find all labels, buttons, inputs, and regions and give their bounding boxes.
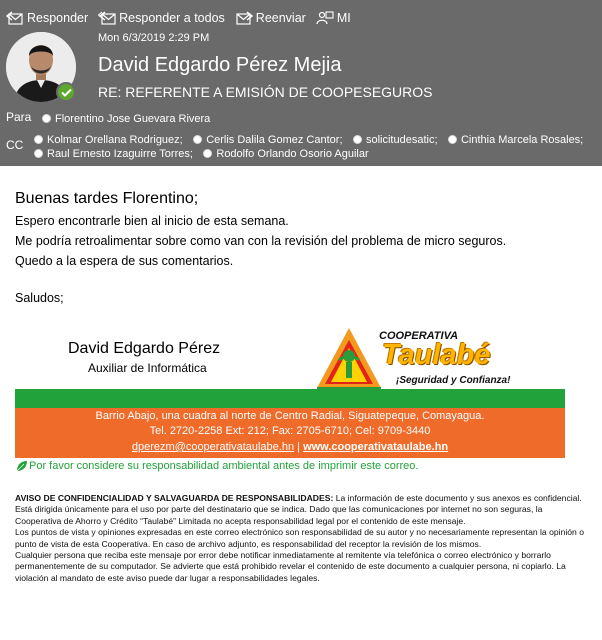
recipient-name: Cinthia Marcela Rosales; [460, 133, 584, 146]
signature-links: dperezm@cooperativataulabe.hn | www.coop… [15, 441, 565, 453]
body-closing: Saludos; [15, 291, 64, 305]
cc-label: CC [6, 138, 24, 152]
recipient-chip[interactable]: Florentino Jose Guevara Rivera [42, 113, 210, 125]
presence-dot-icon [34, 149, 43, 158]
recipient-name: Kolmar Orellana Rodriguez; [47, 133, 183, 146]
forward-button[interactable]: Reenviar [235, 11, 306, 25]
disclaimer-heading: AVISO DE CONFIDENCIALIDAD Y SALVAGUARDA … [15, 493, 334, 503]
recipient-chip[interactable]: Rodolfo Orlando Osorio Aguilar [203, 147, 369, 160]
reply-all-icon [98, 11, 116, 25]
more-actions-label: MI [336, 11, 351, 25]
recipient-chip[interactable]: Raul Ernesto Izaguirre Torres; [34, 148, 193, 160]
eco-notice-text: Por favor considere su responsabilidad a… [29, 460, 419, 472]
recipient-name: Florentino Jose Guevara Rivera [55, 112, 211, 125]
recipient-chip[interactable]: Cinthia Marcela Rosales; [447, 133, 584, 146]
reply-all-label: Responder a todos [119, 11, 225, 25]
recipient-name: Cerlis Dalila Gomez Cantor; [206, 133, 343, 146]
body-greeting: Buenas tardes Florentino; [15, 190, 199, 207]
reply-icon [6, 11, 23, 25]
body-line-2: Me podría retroalimentar sobre como van … [15, 234, 507, 248]
signature-website-link[interactable]: www.cooperativataulabe.hn [303, 441, 448, 453]
presence-dot-icon [193, 135, 203, 144]
reading-toolbar: Responder Responder a todos Reenviar MI [6, 8, 361, 28]
signature-email-link[interactable]: dperezm@cooperativataulabe.hn [132, 441, 294, 453]
message-subject: RE: REFERENTE A EMISIÓN DE COOPESEGUROS [98, 84, 433, 100]
signature-title: Auxiliar de Informática [88, 361, 207, 375]
confidentiality-disclaimer: AVISO DE CONFIDENCIALIDAD Y SALVAGUARDA … [15, 493, 585, 584]
recipient-name: Rodolfo Orlando Osorio Aguilar [216, 147, 369, 160]
forward-icon [236, 11, 253, 25]
more-actions-button[interactable]: MI [316, 11, 351, 25]
body-line-3: Quedo a la espera de sus comentarios. [15, 254, 234, 268]
recipient-chip[interactable]: solicitudesatic; [352, 133, 438, 146]
message-header: Responder Responder a todos Reenviar MI … [0, 0, 602, 166]
presence-dot-icon [352, 135, 362, 144]
presence-dot-icon [34, 135, 43, 144]
body-line-1: Espero encontrarle bien al inicio de est… [15, 214, 289, 228]
reply-all-button[interactable]: Responder a todos [98, 11, 225, 25]
disclaimer-paragraph-2: Los puntos de vista y opiniones expresad… [15, 527, 584, 549]
reply-label: Responder [27, 11, 89, 25]
logo-tagline: ¡Seguridad y Confianza! [396, 375, 511, 386]
disclaimer-paragraph-3: Cualquier persona que reciba este mensaj… [15, 550, 566, 583]
disclaimer-paragraph-1: AVISO DE CONFIDENCIALIDAD Y SALVAGUARDA … [15, 493, 585, 527]
recipient-chip[interactable]: Cerlis Dalila Gomez Cantor; [193, 133, 343, 146]
sent-date: Mon 6/3/2019 2:29 PM [98, 32, 210, 44]
signature-address: Barrio Abajo, una cuadra al norte de Cen… [95, 410, 485, 422]
to-recipients: Florentino Jose Guevara Rivera [42, 110, 216, 128]
presence-dot-icon [42, 114, 51, 123]
recipient-name: solicitudesatic; [365, 133, 438, 146]
reply-button[interactable]: Responder [6, 11, 88, 25]
meeting-icon [316, 11, 334, 25]
to-label: Para [6, 110, 32, 124]
sender-name[interactable]: David Edgardo Pérez Mejia [98, 54, 341, 77]
cc-recipients-row-2: Raul Ernesto Izaguirre Torres; Rodolfo O… [34, 145, 375, 163]
presence-dot-icon [447, 135, 457, 144]
logo-brand-label: Taulabé [382, 339, 491, 371]
recipient-chip[interactable]: Kolmar Orellana Rodriguez; [34, 134, 183, 146]
signature-phones: Tel. 2720-2258 Ext: 212; Fax: 2705-6710;… [149, 425, 431, 437]
signature-green-bar [15, 389, 565, 408]
link-separator: | [297, 441, 300, 453]
eco-notice: Por favor considere su responsabilidad a… [16, 460, 418, 472]
forward-label: Reenviar [255, 11, 306, 25]
signature-name: David Edgardo Pérez [68, 340, 221, 357]
presence-dot-icon [203, 149, 213, 158]
leaf-icon [16, 461, 27, 472]
recipient-name: Raul Ernesto Izaguirre Torres; [47, 147, 193, 160]
presence-available-icon [56, 82, 76, 102]
